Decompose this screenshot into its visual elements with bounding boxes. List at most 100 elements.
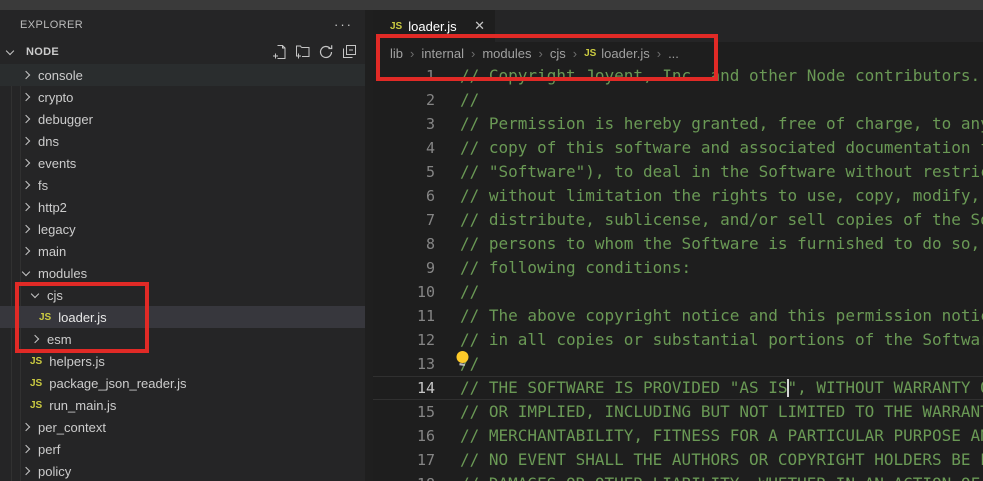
collapse-all-icon[interactable] <box>341 44 357 60</box>
breadcrumb-separator: › <box>471 46 475 61</box>
line-number: 16 <box>373 424 435 448</box>
js-file-icon: JS <box>30 400 42 411</box>
tree-item-label: esm <box>47 332 72 347</box>
tree-item-label: loader.js <box>58 310 106 325</box>
chevron-right-icon <box>22 71 30 79</box>
chevron-right-icon <box>22 93 30 101</box>
js-file-icon: JS <box>584 48 596 59</box>
tree-item-label: dns <box>38 134 59 149</box>
tree-item-label: cjs <box>47 288 63 303</box>
js-file-icon: JS <box>39 312 51 323</box>
new-file-icon[interactable] <box>272 44 288 60</box>
explorer-title: EXPLORER <box>20 19 83 31</box>
code-text: // Permission is hereby granted, free of… <box>460 112 983 136</box>
explorer-sidebar: EXPLORER ··· NODE <box>0 10 373 481</box>
node-section-header[interactable]: NODE <box>0 40 373 64</box>
tree-item-main[interactable]: main <box>0 240 365 262</box>
code-line[interactable]: 5// "Software"), to deal in the Software… <box>373 160 983 184</box>
tree-item-label: events <box>38 156 76 171</box>
refresh-icon[interactable] <box>318 44 334 60</box>
code-line[interactable]: 18// DAMAGES OR OTHER LIABILITY, WHETHER… <box>373 472 983 481</box>
tree-item-policy[interactable]: policy <box>0 460 365 481</box>
code-line[interactable]: 2// <box>373 88 983 112</box>
js-file-icon: JS <box>30 378 42 389</box>
code-text: // <box>460 88 479 112</box>
tree-item-label: legacy <box>38 222 76 237</box>
tree-item-perf[interactable]: perf <box>0 438 365 460</box>
tree-item-legacy[interactable]: legacy <box>0 218 365 240</box>
tree-item-crypto[interactable]: crypto <box>0 86 365 108</box>
tree-item-label: modules <box>38 266 87 281</box>
tree-item-per-context[interactable]: per_context <box>0 416 365 438</box>
code-line[interactable]: 1// Copyright Joyent, Inc. and other Nod… <box>373 64 983 88</box>
tree-item-label: crypto <box>38 90 73 105</box>
section-actions <box>272 44 357 60</box>
line-number: 10 <box>373 280 435 304</box>
code-line[interactable]: 12// in all copies or substantial portio… <box>373 328 983 352</box>
breadcrumb-item-symbols[interactable]: ... <box>668 46 679 61</box>
tree-item-modules[interactable]: modules <box>0 262 365 284</box>
more-actions-icon[interactable]: ··· <box>334 20 353 30</box>
code-line[interactable]: 3 // Permission is hereby granted, free o… <box>373 112 983 136</box>
chevron-right-icon <box>22 203 30 211</box>
code-line[interactable]: 6// without limitation the rights to use… <box>373 184 983 208</box>
code-line[interactable]: 14// THE SOFTWARE IS PROVIDED "AS IS", W… <box>373 376 983 400</box>
code-line[interactable]: 8// persons to whom the Software is furn… <box>373 232 983 256</box>
code-line[interactable]: 4// copy of this software and associated… <box>373 136 983 160</box>
tree-item-cjs[interactable]: cjs <box>0 284 365 306</box>
code-line[interactable]: 9 // following conditions: <box>373 256 983 280</box>
breadcrumb-item-file[interactable]: loader.js <box>601 46 649 61</box>
code-text: // distribute, sublicense, and/or sell c… <box>460 208 983 232</box>
code-line[interactable]: 15// OR IMPLIED, INCLUDING BUT NOT LIMIT… <box>373 400 983 424</box>
breadcrumb: lib›internal›modules›cjs›JSloader.js›... <box>373 42 983 64</box>
chevron-right-icon <box>22 225 30 233</box>
code-action-lightbulb-icon[interactable] <box>454 350 471 373</box>
chevron-right-icon <box>22 115 30 123</box>
code-line[interactable]: 10// <box>373 280 983 304</box>
breadcrumb-separator: › <box>657 46 661 61</box>
code-line[interactable]: 11// The above copyright notice and this… <box>373 304 983 328</box>
tree-item-loader-js[interactable]: JS loader.js <box>0 306 365 328</box>
breadcrumb-item-cjs[interactable]: cjs <box>550 46 566 61</box>
file-tree: console crypto debugger dns events fshttp2 leg… <box>0 64 373 481</box>
tree-item-debugger[interactable]: debugger <box>0 108 365 130</box>
new-folder-icon[interactable] <box>295 44 311 60</box>
line-number: 8 <box>373 232 435 256</box>
code-text: // following conditions: <box>460 256 691 280</box>
line-number: 6 <box>373 184 435 208</box>
tab-loader-js[interactable]: JS loader.js ✕ <box>373 10 495 42</box>
breadcrumb-item-modules[interactable]: modules <box>482 46 531 61</box>
tree-item-run-main-js[interactable]: JS run_main.js <box>0 394 365 416</box>
tree-item-http2[interactable]: http2 <box>0 196 365 218</box>
code-text: // Copyright Joyent, Inc. and other Node… <box>460 64 980 88</box>
code-line[interactable]: 17// NO EVENT SHALL THE AUTHORS OR COPYR… <box>373 448 983 472</box>
window-titlebar <box>0 0 983 10</box>
line-number: 3 <box>373 112 435 136</box>
js-file-icon: JS <box>390 21 402 32</box>
tree-item-label: run_main.js <box>49 398 116 413</box>
tree-item-package-json-reader-js[interactable]: JSpackage_json_reader.js <box>0 372 365 394</box>
code-line[interactable]: 7// distribute, sublicense, and/or sell … <box>373 208 983 232</box>
tree-item-events[interactable]: events <box>0 152 365 174</box>
tree-item-label: policy <box>38 464 71 479</box>
chevron-down-icon <box>22 267 30 275</box>
breadcrumb-item-lib[interactable]: lib <box>390 46 403 61</box>
tree-item-helpers-js[interactable]: JShelpers.js <box>0 350 365 372</box>
tree-item-dns[interactable]: dns <box>0 130 365 152</box>
breadcrumb-item-internal[interactable]: internal <box>421 46 464 61</box>
chevron-right-icon <box>22 467 30 475</box>
line-number: 9 <box>373 256 435 280</box>
tree-item-console[interactable]: console <box>0 64 365 86</box>
code-line[interactable]: 16// MERCHANTABILITY, FITNESS FOR A PART… <box>373 424 983 448</box>
close-tab-icon[interactable]: ✕ <box>474 18 485 34</box>
code-editor[interactable]: 1// Copyright Joyent, Inc. and other Nod… <box>373 64 983 481</box>
chevron-right-icon <box>22 445 30 453</box>
tree-item-fs[interactable]: fs <box>0 174 365 196</box>
code-text: // "Software"), to deal in the Software … <box>460 160 983 184</box>
breadcrumb-separator: › <box>538 46 542 61</box>
code-text: // OR IMPLIED, INCLUDING BUT NOT LIMITED… <box>460 400 983 424</box>
tab-label: loader.js <box>408 19 456 34</box>
tree-item-esm[interactable]: esm <box>0 328 365 350</box>
code-text: // in all copies or substantial portions… <box>460 328 983 352</box>
code-text: // The above copyright notice and this p… <box>460 304 983 328</box>
